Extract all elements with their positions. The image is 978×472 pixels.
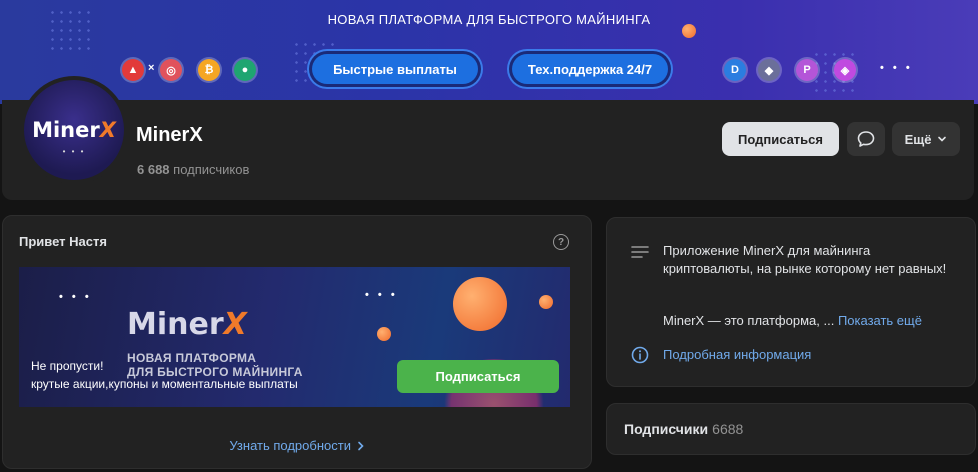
info-icon [631, 346, 649, 364]
promo-subscribe-button[interactable]: Подписаться [397, 360, 559, 393]
ethereum-icon: ◆ [758, 59, 780, 81]
subscribers-label: подписчиков [173, 162, 250, 177]
cover-banner: НОВАЯ ПЛАТФОРМА ДЛЯ БЫСТРОГО МАЙНИНГА ▲ … [0, 0, 978, 104]
subscribers-summary[interactable]: 6 688 подписчиков [137, 162, 249, 177]
promo-tagline: НОВАЯ ПЛАТФОРМА ДЛЯ БЫСТРОГО МАЙНИНГА [127, 351, 303, 379]
info-card: Приложение MinerX для майнинга криптовал… [606, 217, 976, 387]
learn-more-link[interactable]: Узнать подробности [3, 438, 591, 453]
cross-icon: × [148, 62, 158, 74]
subscribe-button[interactable]: Подписаться [722, 122, 839, 156]
subscribers-heading: Подписчики 6688 [624, 421, 744, 437]
subscribers-count: 6 688 [137, 162, 170, 177]
decor-orb [377, 327, 391, 341]
description-icon [631, 246, 649, 258]
decor-dots-text: • • • [365, 289, 398, 301]
more-label: Ещё [904, 131, 932, 147]
binance-icon: ◈ [834, 59, 856, 81]
promo-logo: MinerX [127, 307, 247, 342]
promo-banner[interactable]: • • • • • • MinerX НОВАЯ ПЛАТФОРМА ДЛЯ Б… [19, 267, 570, 407]
subscribers-card[interactable]: Подписчики 6688 [606, 403, 976, 455]
cover-title: НОВАЯ ПЛАТФОРМА ДЛЯ БЫСТРОГО МАЙНИНГА [327, 12, 651, 27]
help-icon[interactable]: ? [553, 234, 569, 250]
support-pill: Тех.поддержка 24/7 [512, 54, 668, 84]
decor-orb [539, 295, 553, 309]
decor-dots-text: • • • [880, 62, 913, 74]
chevron-down-icon [938, 136, 947, 142]
tron-icon: ▲ [122, 59, 144, 81]
coin-icon: ● [234, 59, 256, 81]
avatar-logo: MinerX [32, 118, 116, 142]
profile-header: MinerX • • • MinerX 6 688 подписчиков По… [2, 76, 974, 200]
coin-icon: ◎ [160, 59, 182, 81]
details-link[interactable]: Подробная информация [663, 347, 811, 362]
message-icon [857, 131, 875, 147]
community-description: Приложение MinerX для майнинга криптовал… [663, 243, 947, 276]
more-button[interactable]: Ещё [892, 122, 960, 156]
decor-dots-text: • • • [59, 291, 92, 303]
promo-subtext: крутые акции,купоны и моментальные выпла… [31, 377, 298, 391]
decor-orb [453, 277, 507, 331]
subscribers-card-count: 6688 [712, 421, 744, 437]
widget-title: Привет Настя [19, 234, 107, 249]
show-more-link[interactable]: Показать ещё [838, 313, 922, 328]
polkadot-icon: P [796, 59, 818, 81]
description-short: MinerX — это платформа, ... Показать ещё [663, 313, 922, 328]
avatar[interactable]: MinerX • • • [20, 76, 128, 184]
community-name: MinerX [136, 124, 203, 146]
avatar-dots: • • • [62, 147, 86, 156]
chevron-right-icon [357, 441, 364, 451]
promo-headline: Не пропусти! [31, 359, 104, 373]
dash-icon: D [724, 59, 746, 81]
greeting-widget: Привет Настя ? • • • • • • MinerX НОВАЯ … [2, 215, 592, 469]
message-button[interactable] [847, 122, 885, 156]
bitcoin-icon: ₿ [198, 59, 220, 81]
fast-payouts-pill: Быстрые выплаты [312, 54, 478, 84]
